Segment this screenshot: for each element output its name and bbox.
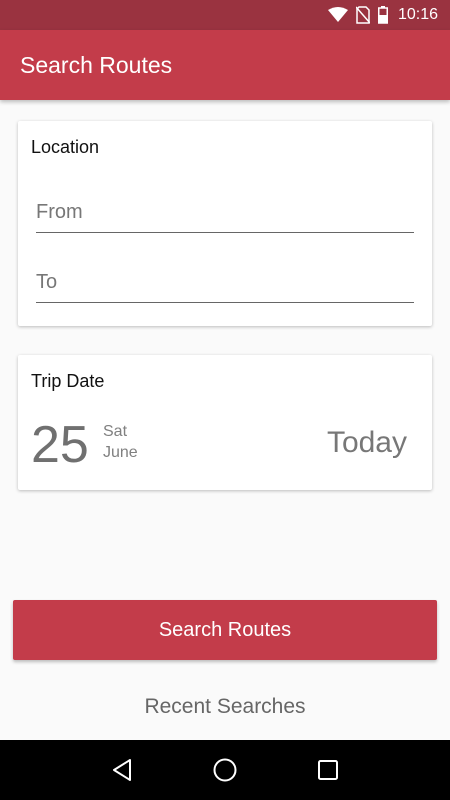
trip-date-card-title: Trip Date — [31, 371, 105, 391]
battery-icon — [377, 6, 388, 24]
recents-icon[interactable] — [308, 750, 348, 790]
navigation-bar — [0, 740, 450, 800]
to-field — [36, 263, 414, 303]
day-weekday: Sat — [103, 423, 128, 440]
location-card-title: Location — [31, 137, 100, 157]
day-number: 25 — [31, 416, 89, 474]
search-routes-button[interactable]: Search Routes — [13, 600, 437, 660]
page-title: Search Routes — [20, 51, 173, 78]
no-sim-icon — [355, 6, 370, 24]
day-month: June — [103, 444, 138, 461]
app-bar: Search Routes — [0, 30, 450, 100]
status-time: 10:16 — [397, 6, 438, 23]
trip-date-card[interactable]: Trip Date 25 Sat June Today — [18, 355, 432, 490]
to-input[interactable] — [36, 263, 414, 302]
day-relative-label: Today — [326, 426, 407, 459]
recent-searches-link[interactable]: Recent Searches — [0, 695, 450, 719]
from-field — [36, 193, 414, 233]
location-card: Location — [18, 121, 432, 326]
from-input[interactable] — [36, 193, 414, 232]
status-bar: 10:16 — [0, 0, 450, 30]
wifi-icon — [327, 7, 348, 23]
home-icon[interactable] — [205, 750, 245, 790]
back-icon[interactable] — [102, 750, 142, 790]
